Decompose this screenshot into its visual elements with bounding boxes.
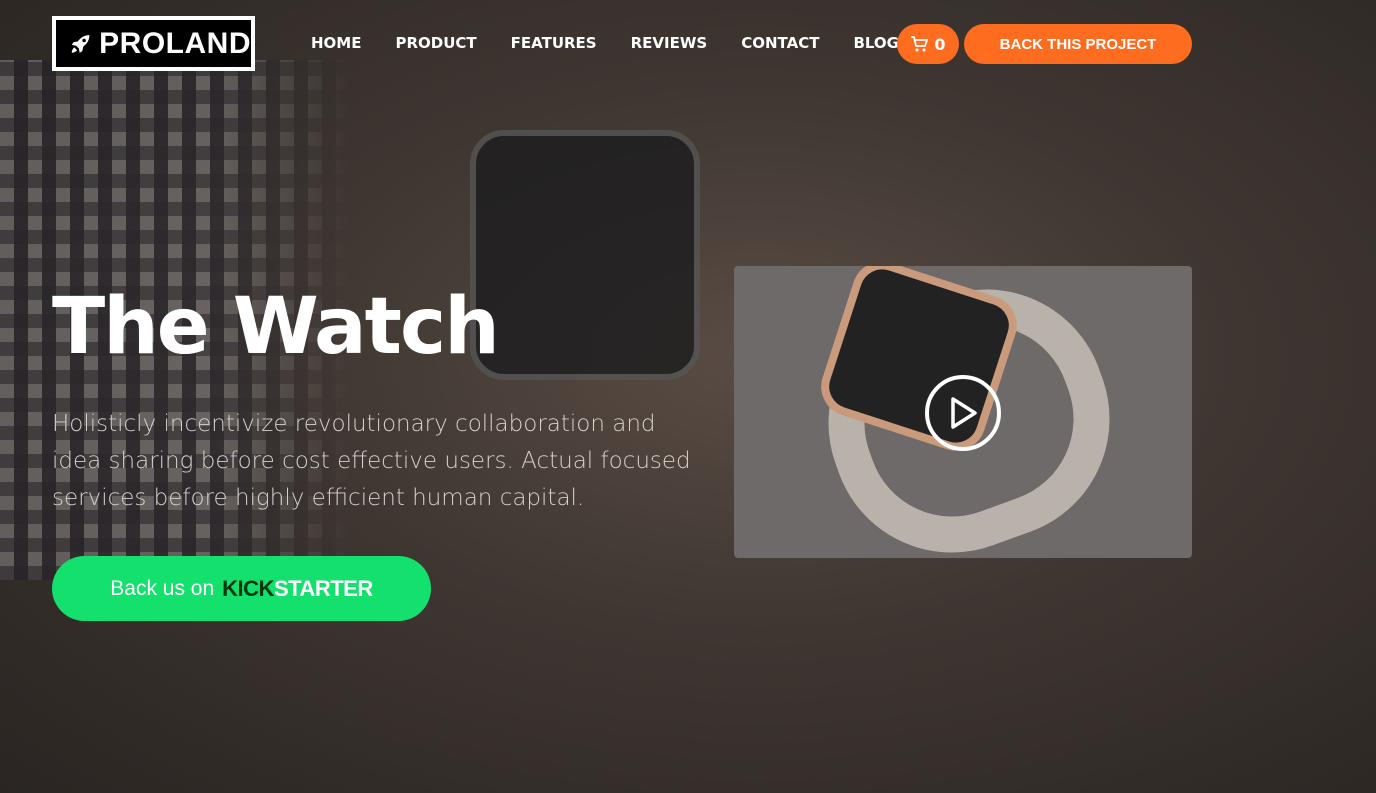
- rocket-icon: [71, 34, 90, 53]
- hero-title: The Watch: [52, 282, 500, 372]
- nav-contact[interactable]: CONTACT: [741, 34, 819, 52]
- nav-reviews[interactable]: REVIEWS: [631, 34, 708, 52]
- kickstarter-logo: KICKSTARTER: [222, 575, 373, 601]
- video-thumbnail[interactable]: [734, 266, 1192, 558]
- hero-description: Holisticly incentivize revolutionary col…: [52, 411, 691, 511]
- main-nav: HOME PRODUCT FEATURES REVIEWS CONTACT BL…: [311, 34, 899, 52]
- nav-blog[interactable]: BLOG: [853, 34, 899, 52]
- logo-text: PROLAND: [99, 26, 251, 60]
- cart-button[interactable]: 0: [897, 24, 959, 64]
- nav-product[interactable]: PRODUCT: [395, 34, 476, 52]
- kickstarter-button[interactable]: Back us on KICKSTARTER: [52, 556, 431, 621]
- cart-count: 0: [934, 34, 946, 54]
- back-project-button[interactable]: BACK THIS PROJECT: [964, 24, 1192, 64]
- kickstarter-prefix: Back us on: [110, 576, 215, 600]
- nav-home[interactable]: HOME: [311, 34, 361, 52]
- play-icon[interactable]: [925, 375, 1001, 451]
- logo[interactable]: PROLAND: [52, 16, 255, 71]
- background-watch: [470, 130, 700, 380]
- nav-features[interactable]: FEATURES: [511, 34, 597, 52]
- cart-icon: [911, 36, 929, 52]
